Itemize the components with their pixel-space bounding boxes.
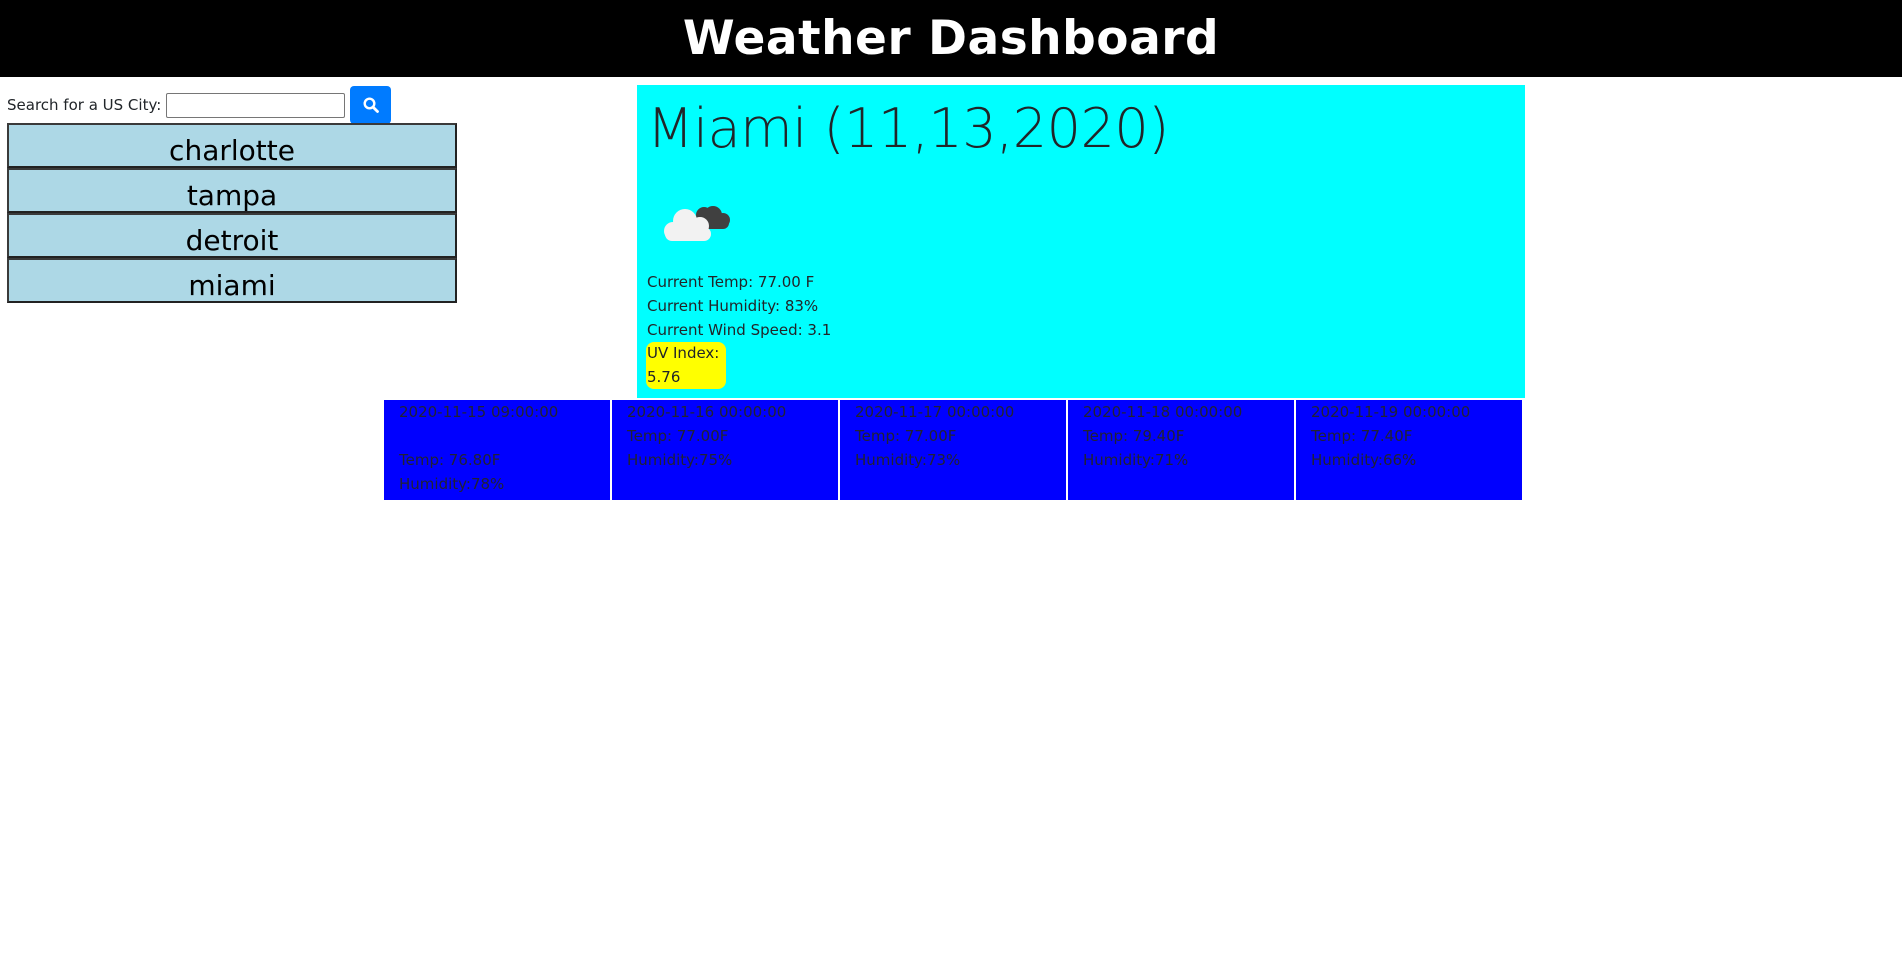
cloudy-icon	[655, 193, 735, 253]
search-input[interactable]	[166, 92, 346, 118]
forecast-humidity: Humidity:66%	[1311, 451, 1417, 469]
uv-index-label: UV Index:	[647, 344, 720, 362]
forecast-date: 2020-11-17 00:00:00	[855, 403, 1015, 421]
current-temp: Current Temp: 77.00 F	[647, 273, 815, 291]
forecast-card: 2020-11-19 00:00:00 Temp: 77.40F Humidit…	[1296, 400, 1522, 500]
forecast-date: 2020-11-16 00:00:00	[627, 403, 787, 421]
forecast-temp: Temp: 76.80F	[399, 451, 501, 469]
page-header: Weather Dashboard	[0, 0, 1902, 77]
forecast-date: 2020-11-19 00:00:00	[1311, 403, 1471, 421]
search-form: Search for a US City:	[7, 85, 392, 125]
search-icon	[363, 97, 379, 113]
forecast-humidity: Humidity:78%	[399, 475, 505, 493]
search-history-list: charlotte tampa detroit miami	[7, 123, 457, 303]
forecast-humidity: Humidity:73%	[855, 451, 961, 469]
city-button-tampa[interactable]: tampa	[7, 168, 457, 213]
forecast-card: 2020-11-17 00:00:00 Temp: 77.00F Humidit…	[840, 400, 1066, 500]
page-title: Weather Dashboard	[682, 11, 1220, 66]
city-button-detroit[interactable]: detroit	[7, 213, 457, 258]
forecast-temp: Temp: 77.00F	[855, 427, 957, 445]
search-label: Search for a US City:	[7, 96, 162, 114]
current-city-heading: Miami (11,13,2020)	[647, 97, 1169, 160]
forecast-card: 2020-11-16 00:00:00 Temp: 77.00F Humidit…	[612, 400, 838, 500]
uv-index-badge: UV Index: 5.76	[646, 342, 726, 389]
forecast-temp: Temp: 79.40F	[1083, 427, 1185, 445]
city-button-miami[interactable]: miami	[7, 258, 457, 303]
forecast-date: 2020-11-18 00:00:00	[1083, 403, 1243, 421]
current-humidity: Current Humidity: 83%	[647, 297, 819, 315]
forecast-card: 2020-11-18 00:00:00 Temp: 79.40F Humidit…	[1068, 400, 1294, 500]
uv-index-value: 5.76	[647, 368, 681, 386]
forecast-temp: Temp: 77.40F	[1311, 427, 1413, 445]
forecast-humidity: Humidity:71%	[1083, 451, 1189, 469]
forecast-date: 2020-11-15 09:00:00	[399, 403, 559, 421]
city-button-charlotte[interactable]: charlotte	[7, 123, 457, 168]
current-weather-panel: Miami (11,13,2020) Current Temp: 77.00 F…	[637, 85, 1525, 398]
search-button[interactable]	[350, 86, 392, 124]
current-wind-speed: Current Wind Speed: 3.1	[647, 321, 832, 339]
forecast-card: 2020-11-15 09:00:00 Temp: 76.80F Humidit…	[384, 400, 610, 500]
forecast-temp: Temp: 77.00F	[627, 427, 729, 445]
five-day-forecast: 2020-11-15 09:00:00 Temp: 76.80F Humidit…	[384, 400, 1522, 500]
forecast-humidity: Humidity:75%	[627, 451, 733, 469]
